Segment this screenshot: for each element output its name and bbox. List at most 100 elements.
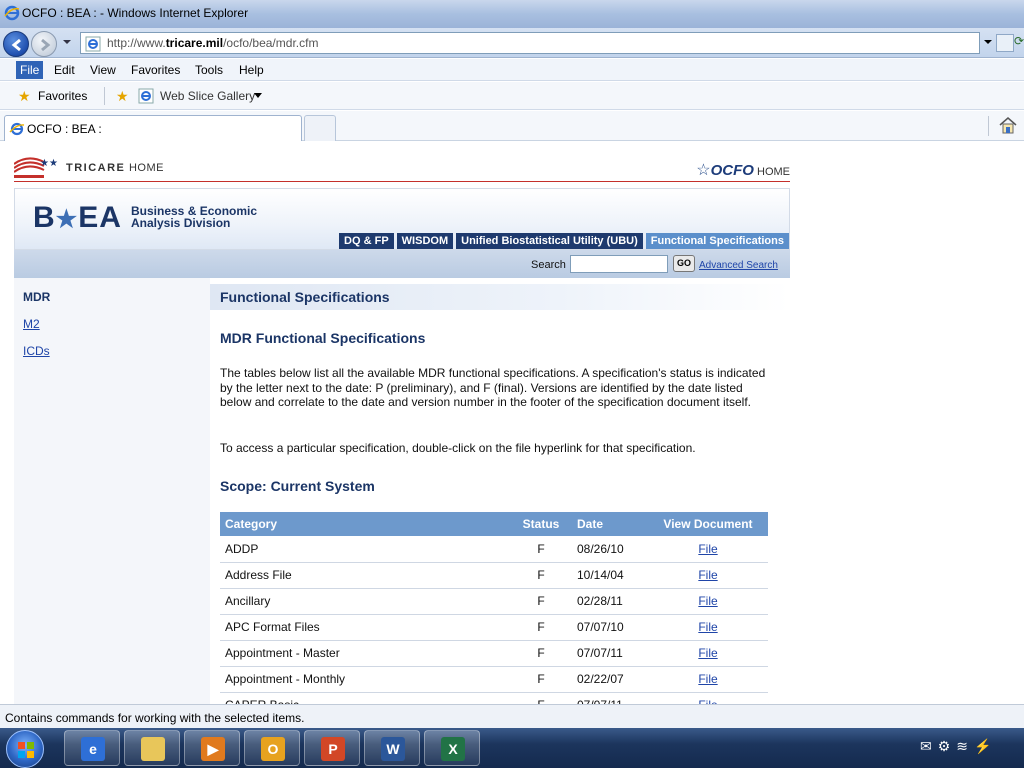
cell-category: APC Format Files — [220, 614, 510, 641]
address-dropdown-icon[interactable] — [983, 37, 993, 47]
cell-date: 02/28/11 — [572, 588, 648, 615]
column-header-date[interactable]: Date — [572, 512, 648, 536]
menu-view[interactable]: View — [86, 63, 120, 77]
web-slice-ie-icon — [138, 88, 154, 104]
go-button[interactable]: GO — [673, 255, 695, 272]
file-link[interactable]: File — [698, 646, 717, 660]
cell-status: F — [510, 588, 572, 615]
tab-ocfo-bea[interactable]: OCFO : BEA : — [4, 115, 302, 141]
menu-bar: File Edit View Favorites Tools Help — [0, 59, 1024, 81]
file-link[interactable]: File — [698, 672, 717, 686]
nav-tab-functional-specifications[interactable]: Functional Specifications — [645, 233, 789, 249]
main-content: Functional Specifications MDR Functional… — [210, 278, 790, 704]
cell-view-document[interactable]: File — [648, 666, 768, 693]
search-label: Search — [531, 259, 566, 271]
leftnav-item-m2[interactable]: M2 — [23, 317, 40, 331]
recent-pages-dropdown-icon[interactable] — [61, 36, 73, 48]
menu-file[interactable]: File — [16, 61, 44, 79]
favorites-star-icon[interactable]: ★ — [18, 88, 31, 105]
favorites-button[interactable]: Favorites — [38, 89, 87, 103]
taskbar-media-player[interactable]: ▶ — [184, 730, 240, 766]
favorites-bar: ★ Favorites ★ Web Slice Gallery — [0, 82, 1024, 110]
scope-title: Scope: Current System — [220, 478, 375, 494]
menu-help[interactable]: Help — [235, 63, 268, 77]
bea-logo[interactable]: B★EA — [33, 201, 122, 235]
home-icon[interactable] — [998, 116, 1018, 134]
menu-favorites[interactable]: Favorites — [127, 63, 184, 77]
cell-category: Appointment - Master — [220, 640, 510, 667]
taskbar-powerpoint[interactable]: P — [304, 730, 360, 766]
forward-button[interactable] — [31, 31, 57, 57]
web-slice-dropdown-icon[interactable] — [254, 93, 262, 99]
power-icon[interactable]: ⚡ — [974, 738, 991, 754]
column-header-view-document[interactable]: View Document — [648, 512, 768, 536]
cell-view-document[interactable]: File — [648, 536, 768, 563]
favorites-separator — [104, 87, 105, 105]
cell-status: F — [510, 536, 572, 563]
tricare-home-link[interactable]: TRICARE HOME — [66, 162, 164, 174]
column-header-status[interactable]: Status — [510, 512, 572, 536]
system-tray: ✉ ⚙ ≋ ⚡ — [920, 738, 997, 755]
internet-explorer-icon — [4, 5, 20, 21]
file-link[interactable]: File — [698, 594, 717, 608]
page-title: Functional Specifications — [220, 289, 390, 305]
refresh-icon[interactable]: ⟳ — [1014, 34, 1024, 52]
leftnav-item-icds[interactable]: ICDs — [23, 344, 50, 358]
cell-view-document[interactable]: File — [648, 562, 768, 589]
address-bar[interactable]: http://www.tricare.mil/ocfo/bea/mdr.cfm — [80, 32, 980, 54]
wifi-icon[interactable]: ≋ — [956, 738, 968, 754]
page-container: ★★ TRICARE HOME ☆OCFO HOME B★EA Business… — [14, 142, 790, 704]
file-link[interactable]: File — [698, 542, 717, 556]
ocfo-home-link[interactable]: ☆OCFO HOME — [696, 160, 790, 180]
start-button[interactable] — [6, 730, 44, 768]
nav-tab-wisdom[interactable]: WISDOM — [396, 233, 454, 249]
top-links-bar: ★★ TRICARE HOME ☆OCFO HOME — [14, 152, 790, 182]
cell-view-document[interactable]: File — [648, 640, 768, 667]
add-to-favorites-bar-icon[interactable]: ★ — [116, 88, 129, 105]
cell-view-document[interactable]: File — [648, 614, 768, 641]
compatibility-view-icon[interactable] — [996, 34, 1014, 52]
menu-edit[interactable]: Edit — [50, 63, 79, 77]
instructions-paragraph: To access a particular specification, do… — [220, 441, 696, 455]
taskbar-outlook[interactable]: O — [244, 730, 300, 766]
search-input[interactable] — [570, 255, 668, 273]
intro-paragraph: The tables below list all the available … — [220, 366, 766, 409]
taskbar-excel[interactable]: X — [424, 730, 480, 766]
advanced-search-link[interactable]: Advanced Search — [699, 260, 778, 271]
status-bar: Contains commands for working with the s… — [0, 704, 1024, 728]
media-player-icon: ▶ — [201, 737, 225, 761]
tab-bar: OCFO : BEA : — [0, 111, 1024, 141]
menu-tools[interactable]: Tools — [191, 63, 227, 77]
web-slice-gallery-button[interactable]: Web Slice Gallery — [160, 89, 255, 103]
tricare-logo-icon[interactable]: ★★ — [14, 154, 60, 180]
window-title: OCFO : BEA : - Windows Internet Explorer — [22, 6, 249, 20]
mail-icon[interactable]: ✉ — [920, 738, 932, 754]
bea-star-icon: ★ — [55, 206, 79, 233]
nav-tab-dq-fp[interactable]: DQ & FP — [339, 233, 394, 249]
cell-category: CAPER Basic — [220, 692, 510, 704]
table-row: ADDP F 08/26/10 File — [220, 536, 768, 563]
cell-view-document[interactable]: File — [648, 692, 768, 704]
cell-category: Appointment - Monthly — [220, 666, 510, 693]
back-arrow-icon — [11, 38, 21, 52]
taskbar-windows-explorer[interactable] — [124, 730, 180, 766]
leftnav-item-mdr[interactable]: MDR — [23, 290, 50, 304]
excel-icon: X — [441, 737, 465, 761]
taskbar-internet-explorer[interactable]: e — [64, 730, 120, 766]
section-title: MDR Functional Specifications — [220, 330, 426, 346]
cell-view-document[interactable]: File — [648, 588, 768, 615]
column-header-category[interactable]: Category — [220, 512, 510, 536]
file-link[interactable]: File — [698, 568, 717, 582]
nav-tab-ubu[interactable]: Unified Biostatistical Utility (UBU) — [456, 233, 643, 249]
cell-status: F — [510, 692, 572, 704]
taskbar-word[interactable]: W — [364, 730, 420, 766]
windows-taskbar: e ▶ O P W X ✉ ⚙ ≋ ⚡ — [0, 728, 1024, 768]
back-button[interactable] — [3, 31, 29, 57]
forward-arrow-icon — [41, 38, 51, 52]
folder-icon — [141, 737, 165, 761]
network-icon[interactable]: ⚙ — [938, 738, 951, 754]
new-tab-button[interactable] — [304, 115, 336, 141]
cell-date: 07/07/11 — [572, 640, 648, 667]
cell-date: 07/07/11 — [572, 692, 648, 704]
file-link[interactable]: File — [698, 620, 717, 634]
